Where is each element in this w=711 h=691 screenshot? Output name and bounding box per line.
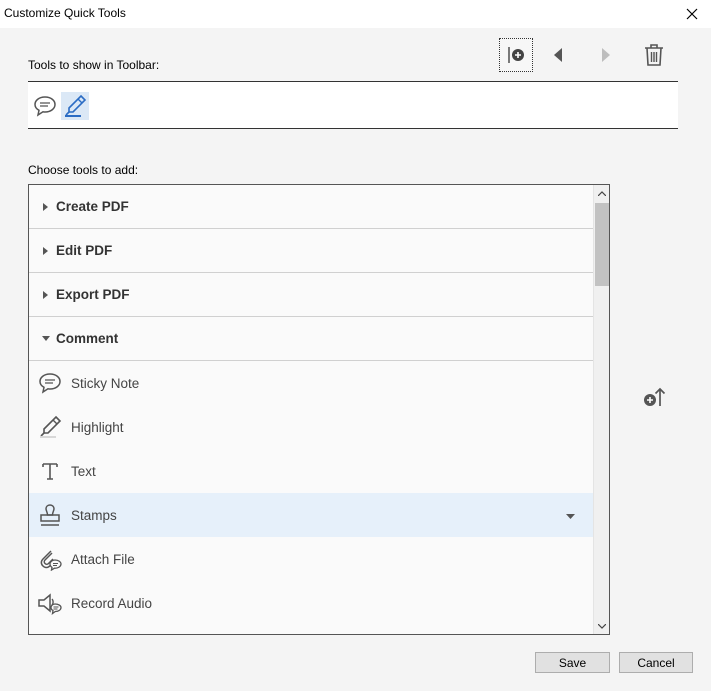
category-label: Create PDF — [56, 199, 129, 214]
title-bar: Customize Quick Tools — [0, 0, 711, 28]
chevron-down-icon — [598, 623, 606, 629]
scroll-up-button[interactable] — [594, 185, 609, 201]
stamp-icon — [40, 504, 60, 526]
tool-label: Stamps — [71, 507, 117, 523]
category-edit-pdf[interactable]: Edit PDF — [29, 229, 593, 273]
toolbar-tool-highlight[interactable] — [61, 92, 89, 120]
scroll-thumb[interactable] — [595, 203, 609, 286]
tool-label: Attach File — [71, 551, 135, 567]
tool-label: Record Audio — [71, 595, 153, 611]
tool-label: Sticky Note — [71, 375, 140, 391]
category-comment[interactable]: Comment — [29, 317, 593, 361]
category-label: Edit PDF — [56, 243, 113, 258]
tool-sticky-note[interactable]: Sticky Note — [29, 361, 593, 405]
tool-label: Text — [71, 463, 96, 479]
toolbar-section-label: Tools to show in Toolbar: — [28, 58, 160, 72]
close-icon — [686, 8, 698, 20]
highlight-icon — [40, 415, 62, 438]
cancel-button[interactable]: Cancel — [619, 652, 693, 673]
triangle-left-icon — [554, 48, 562, 62]
tool-stamps[interactable]: Stamps — [29, 493, 593, 537]
choose-section-label: Choose tools to add: — [28, 163, 139, 177]
triangle-right-icon — [602, 48, 610, 62]
triangle-down-small-icon — [41, 335, 50, 341]
record-audio-icon — [38, 593, 62, 615]
tool-label: Highlight — [71, 419, 124, 435]
text-icon — [42, 463, 58, 480]
sticky-note-icon — [39, 373, 61, 394]
vertical-scrollbar[interactable] — [593, 185, 609, 634]
category-label: Comment — [56, 331, 119, 346]
close-button[interactable] — [679, 2, 705, 26]
trash-icon — [645, 44, 663, 66]
category-label: Export PDF — [56, 287, 130, 302]
delete-button[interactable] — [637, 38, 671, 72]
category-export-pdf[interactable]: Export PDF — [29, 273, 593, 317]
comment-bubble-icon — [34, 96, 56, 117]
category-create-pdf[interactable]: Create PDF — [29, 185, 593, 229]
stamps-dropdown[interactable] — [566, 509, 575, 523]
toolbar-tools-box[interactable] — [28, 81, 678, 129]
tool-attach-file[interactable]: Attach File — [29, 537, 593, 581]
chevron-down-icon — [566, 514, 575, 519]
triangle-right-small-icon — [42, 202, 48, 211]
dialog-title: Customize Quick Tools — [4, 6, 126, 20]
toolbar-tool-sticky-note[interactable] — [31, 92, 59, 120]
move-right-button[interactable] — [589, 38, 623, 72]
move-left-button[interactable] — [541, 38, 575, 72]
highlighter-pen-icon — [65, 94, 87, 117]
tool-highlight[interactable]: Highlight — [29, 405, 593, 449]
triangle-right-small-icon — [42, 290, 48, 299]
tool-record-audio[interactable]: Record Audio — [29, 581, 593, 625]
add-separator-icon — [508, 47, 524, 63]
tool-list-content: Create PDF Edit PDF Export PDF Comment S… — [29, 185, 593, 634]
add-separator-button[interactable] — [499, 38, 533, 72]
add-to-toolbar-button[interactable] — [640, 384, 668, 410]
tool-list[interactable]: Create PDF Edit PDF Export PDF Comment S… — [28, 184, 610, 635]
tool-text[interactable]: Text — [29, 449, 593, 493]
save-button[interactable]: Save — [535, 652, 610, 673]
attach-file-icon — [40, 550, 62, 571]
scroll-down-button[interactable] — [594, 618, 609, 634]
triangle-right-small-icon — [42, 246, 48, 255]
chevron-up-icon — [598, 190, 606, 196]
add-up-arrow-icon — [644, 387, 666, 406]
